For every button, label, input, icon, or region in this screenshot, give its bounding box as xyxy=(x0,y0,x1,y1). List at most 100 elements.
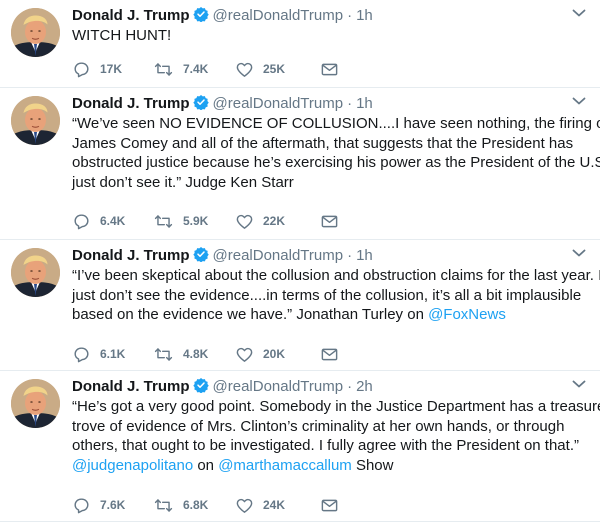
reply-icon xyxy=(74,213,89,229)
like-count: 24K xyxy=(263,498,286,512)
reply-count: 6.4K xyxy=(100,214,126,228)
heart-icon xyxy=(236,62,253,77)
tweet-text-segment: “I’ve been skeptical about the collusion… xyxy=(72,267,600,284)
tweet[interactable]: Donald J. Trump @realDonaldTrump · 1h “I’ve… xyxy=(0,240,600,371)
reply-button[interactable]: 7.6K xyxy=(72,495,125,515)
reply-count: 17K xyxy=(100,62,123,76)
heart-icon xyxy=(236,347,253,362)
retweet-icon xyxy=(154,62,173,76)
envelope-icon xyxy=(321,348,338,360)
tweet-text: “He’s got a very good point. Somebody in… xyxy=(72,397,600,475)
mention-link[interactable]: @marthamaccallum xyxy=(218,457,352,474)
timestamp[interactable]: 1h xyxy=(356,95,373,112)
tweet-text-segment: others, that ought to be investigated. I… xyxy=(72,437,579,454)
tweet-text-line: “He’s got a very good point. Somebody in… xyxy=(72,397,600,417)
tweet-text-line: others, that ought to be investigated. I… xyxy=(72,436,586,456)
tweet-actions: 6.1K 4.8K 20K xyxy=(72,344,372,364)
avatar[interactable] xyxy=(11,8,60,57)
tweet-text: “We’ve seen NO EVIDENCE OF COLLUSION....… xyxy=(72,114,600,192)
retweet-count: 4.8K xyxy=(183,347,209,361)
tweet-header: Donald J. Trump @realDonaldTrump · 1h xyxy=(72,94,560,114)
avatar[interactable] xyxy=(11,248,60,297)
retweet-button[interactable]: 4.8K xyxy=(153,344,208,364)
author-name[interactable]: Donald J. Trump xyxy=(72,7,190,24)
reply-icon xyxy=(74,61,89,77)
retweet-icon xyxy=(154,347,173,361)
author-handle[interactable]: @realDonaldTrump xyxy=(213,7,344,24)
chevron-down-icon[interactable] xyxy=(572,248,586,258)
timestamp[interactable]: 1h xyxy=(356,247,373,264)
chevron-down-icon[interactable] xyxy=(572,379,586,389)
like-count: 20K xyxy=(263,347,286,361)
chevron-down-icon[interactable] xyxy=(572,96,586,106)
author-name[interactable]: Donald J. Trump xyxy=(72,95,190,112)
tweet-text-segment: WITCH HUNT! xyxy=(72,27,172,44)
retweet-button[interactable]: 6.8K xyxy=(153,495,208,515)
reply-button[interactable]: 6.4K xyxy=(72,211,125,231)
like-button[interactable]: 25K xyxy=(235,59,285,79)
tweet-header: Donald J. Trump @realDonaldTrump · 1h xyxy=(72,246,560,266)
reply-icon xyxy=(74,497,89,513)
like-button[interactable]: 24K xyxy=(235,495,285,515)
envelope-icon xyxy=(321,215,338,227)
verified-badge-icon xyxy=(192,7,209,22)
separator: · xyxy=(347,95,353,112)
reply-button[interactable]: 17K xyxy=(72,59,122,79)
tweet-text-segment: just don’t see the evidence....in terms … xyxy=(72,286,582,304)
avatar[interactable] xyxy=(11,379,60,428)
tweet-text-line: “We’ve seen NO EVIDENCE OF COLLUSION....… xyxy=(72,114,600,134)
tweet-text: “I’ve been skeptical about the collusion… xyxy=(72,266,600,325)
mention-link[interactable]: @FoxNews xyxy=(428,306,506,323)
tweet-text-segment: based on the evidence we have.” Jonathan… xyxy=(72,306,429,323)
mention-link[interactable]: @judgenapolitano xyxy=(72,457,193,474)
tweet-text-segment: on xyxy=(193,456,219,474)
retweet-button[interactable]: 5.9K xyxy=(153,211,208,231)
tweet-feed: Donald J. Trump @realDonaldTrump · 1h WITCH… xyxy=(0,0,600,522)
tweet-text-segment: trove of evidence of Mrs. Clinton’s crim… xyxy=(72,417,565,435)
tweet[interactable]: Donald J. Trump @realDonaldTrump · 2h “He’s… xyxy=(0,371,600,522)
tweet-text-segment: “We’ve seen NO EVIDENCE OF COLLUSION....… xyxy=(72,115,600,132)
tweet-text-line: based on the evidence we have.” Jonathan… xyxy=(72,305,586,325)
verified-badge-icon xyxy=(192,378,209,393)
tweet[interactable]: Donald J. Trump @realDonaldTrump · 1h “We’v… xyxy=(0,88,600,240)
message-button[interactable] xyxy=(320,211,339,231)
reply-count: 7.6K xyxy=(100,498,126,512)
tweet-text-line: obstructed justice because he’s exercisi… xyxy=(72,153,600,173)
like-button[interactable]: 20K xyxy=(235,344,285,364)
tweet-text-line: trove of evidence of Mrs. Clinton’s crim… xyxy=(72,417,586,437)
like-button[interactable]: 22K xyxy=(235,211,285,231)
tweet[interactable]: Donald J. Trump @realDonaldTrump · 1h WITCH… xyxy=(0,0,600,88)
author-handle[interactable]: @realDonaldTrump xyxy=(213,95,344,112)
tweet-actions: 17K 7.4K 25K xyxy=(72,59,372,79)
message-button[interactable] xyxy=(320,59,339,79)
separator: · xyxy=(347,7,353,24)
retweet-count: 6.8K xyxy=(183,498,209,512)
author-handle[interactable]: @realDonaldTrump xyxy=(213,378,344,395)
message-button[interactable] xyxy=(320,344,339,364)
tweet-actions: 7.6K 6.8K 24K xyxy=(72,495,372,515)
verified-badge-icon xyxy=(192,95,209,110)
like-count: 22K xyxy=(263,214,286,228)
retweet-button[interactable]: 7.4K xyxy=(153,59,208,79)
envelope-icon xyxy=(321,499,338,511)
tweet-text-line: just don’t see the evidence....in terms … xyxy=(72,286,586,306)
tweet-text-line: WITCH HUNT! xyxy=(72,26,586,46)
tweet-text-segment: James Comey and all of the aftermath, th… xyxy=(72,134,574,152)
tweet-text-line: “I’ve been skeptical about the collusion… xyxy=(72,266,600,286)
author-handle[interactable]: @realDonaldTrump xyxy=(213,247,344,264)
tweet-header: Donald J. Trump @realDonaldTrump · 1h xyxy=(72,6,560,26)
retweet-icon xyxy=(154,214,173,228)
tweet-actions: 6.4K 5.9K 22K xyxy=(72,211,372,231)
heart-icon xyxy=(236,498,253,513)
message-button[interactable] xyxy=(320,495,339,515)
author-name[interactable]: Donald J. Trump xyxy=(72,247,190,264)
tweet-header: Donald J. Trump @realDonaldTrump · 2h xyxy=(72,377,560,397)
chevron-down-icon[interactable] xyxy=(572,8,586,18)
tweet-text: WITCH HUNT! xyxy=(72,26,586,46)
author-name[interactable]: Donald J. Trump xyxy=(72,378,190,395)
separator: · xyxy=(347,247,353,264)
timestamp[interactable]: 1h xyxy=(356,7,373,24)
timestamp[interactable]: 2h xyxy=(356,378,373,395)
avatar[interactable] xyxy=(11,96,60,145)
reply-button[interactable]: 6.1K xyxy=(72,344,125,364)
